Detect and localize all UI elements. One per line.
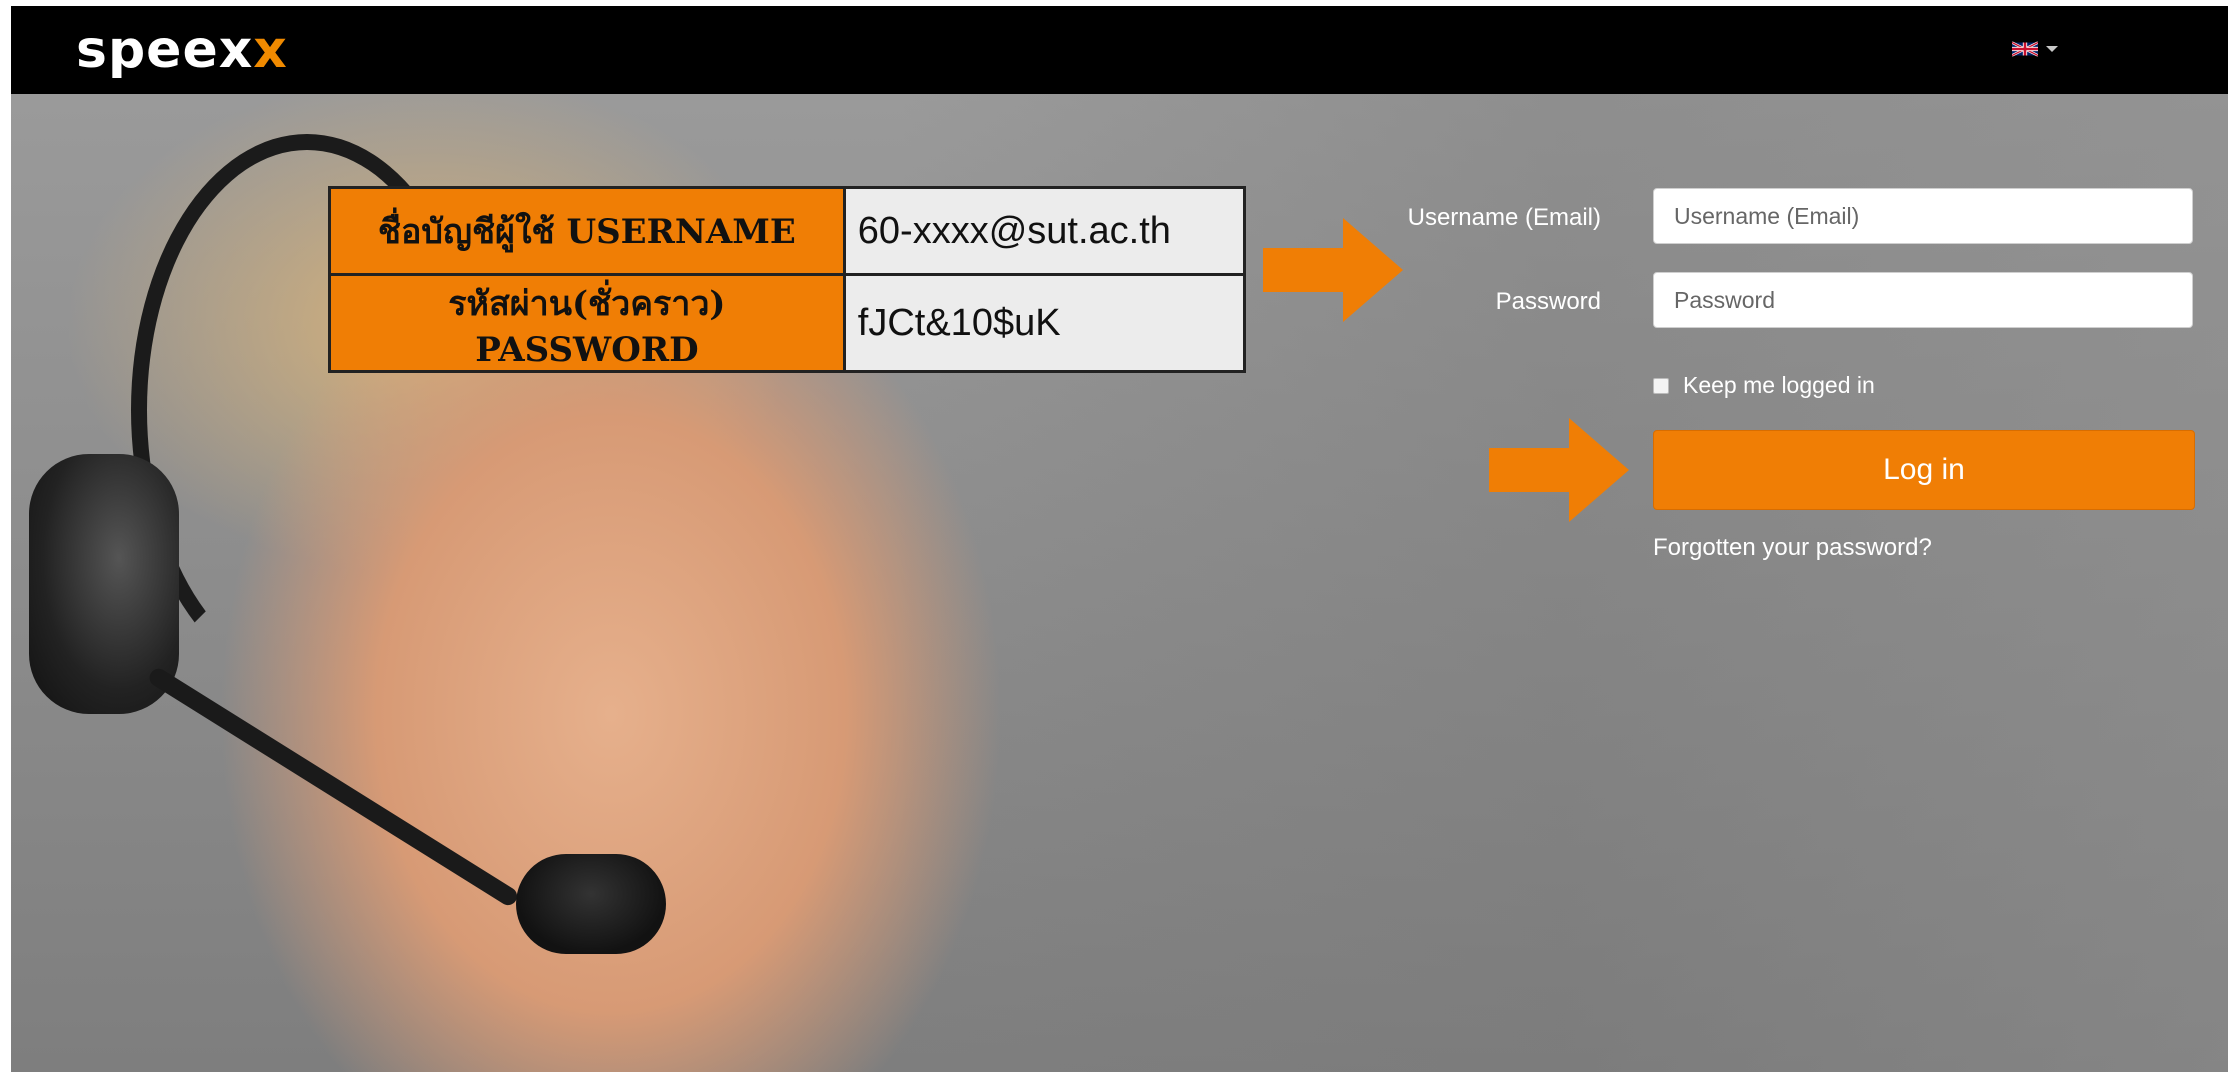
flag-uk-icon <box>2012 41 2038 57</box>
top-navigation-bar: speexx <box>11 6 2228 94</box>
forgot-password-link[interactable]: Forgotten your password? <box>1653 534 1932 562</box>
username-overlay-label: ชื่อบัญชีผู้ใช้ USERNAME <box>328 186 846 276</box>
password-overlay-value: fJCt&10$uK <box>842 273 1247 373</box>
table-row: รหัสผ่าน(ชั่วคราว) PASSWORD fJCt&10$uK <box>328 273 1247 373</box>
login-button[interactable]: Log in <box>1653 430 2195 510</box>
username-input[interactable] <box>1653 188 2193 244</box>
password-input[interactable] <box>1653 272 2193 328</box>
language-selector[interactable] <box>2012 36 2058 62</box>
username-label: Username (Email) <box>1407 204 1601 231</box>
table-row: ชื่อบัญชีผู้ใช้ USERNAME 60-xxxx@sut.ac.… <box>328 186 1247 276</box>
keep-logged-in-row[interactable]: Keep me logged in <box>1653 372 1875 399</box>
logo-main-text: speex <box>76 20 254 80</box>
app-frame: speexx ชื่อบัญชีผู้ใช้ USERNAME 60-xxxx@… <box>11 6 2228 1072</box>
password-label: Password <box>1495 288 1601 315</box>
logo-accent-text: x <box>253 20 288 80</box>
keep-logged-in-label: Keep me logged in <box>1683 372 1875 398</box>
chevron-down-icon <box>2046 46 2058 52</box>
keep-logged-in-checkbox[interactable] <box>1653 377 1669 394</box>
credentials-overlay-table: ชื่อบัญชีผู้ใช้ USERNAME 60-xxxx@sut.ac.… <box>328 186 1247 373</box>
speexx-logo[interactable]: speexx <box>76 20 288 80</box>
username-overlay-value: 60-xxxx@sut.ac.th <box>842 186 1247 276</box>
password-overlay-label: รหัสผ่าน(ชั่วคราว) PASSWORD <box>328 273 846 373</box>
arrow-right-icon <box>1489 418 1629 522</box>
